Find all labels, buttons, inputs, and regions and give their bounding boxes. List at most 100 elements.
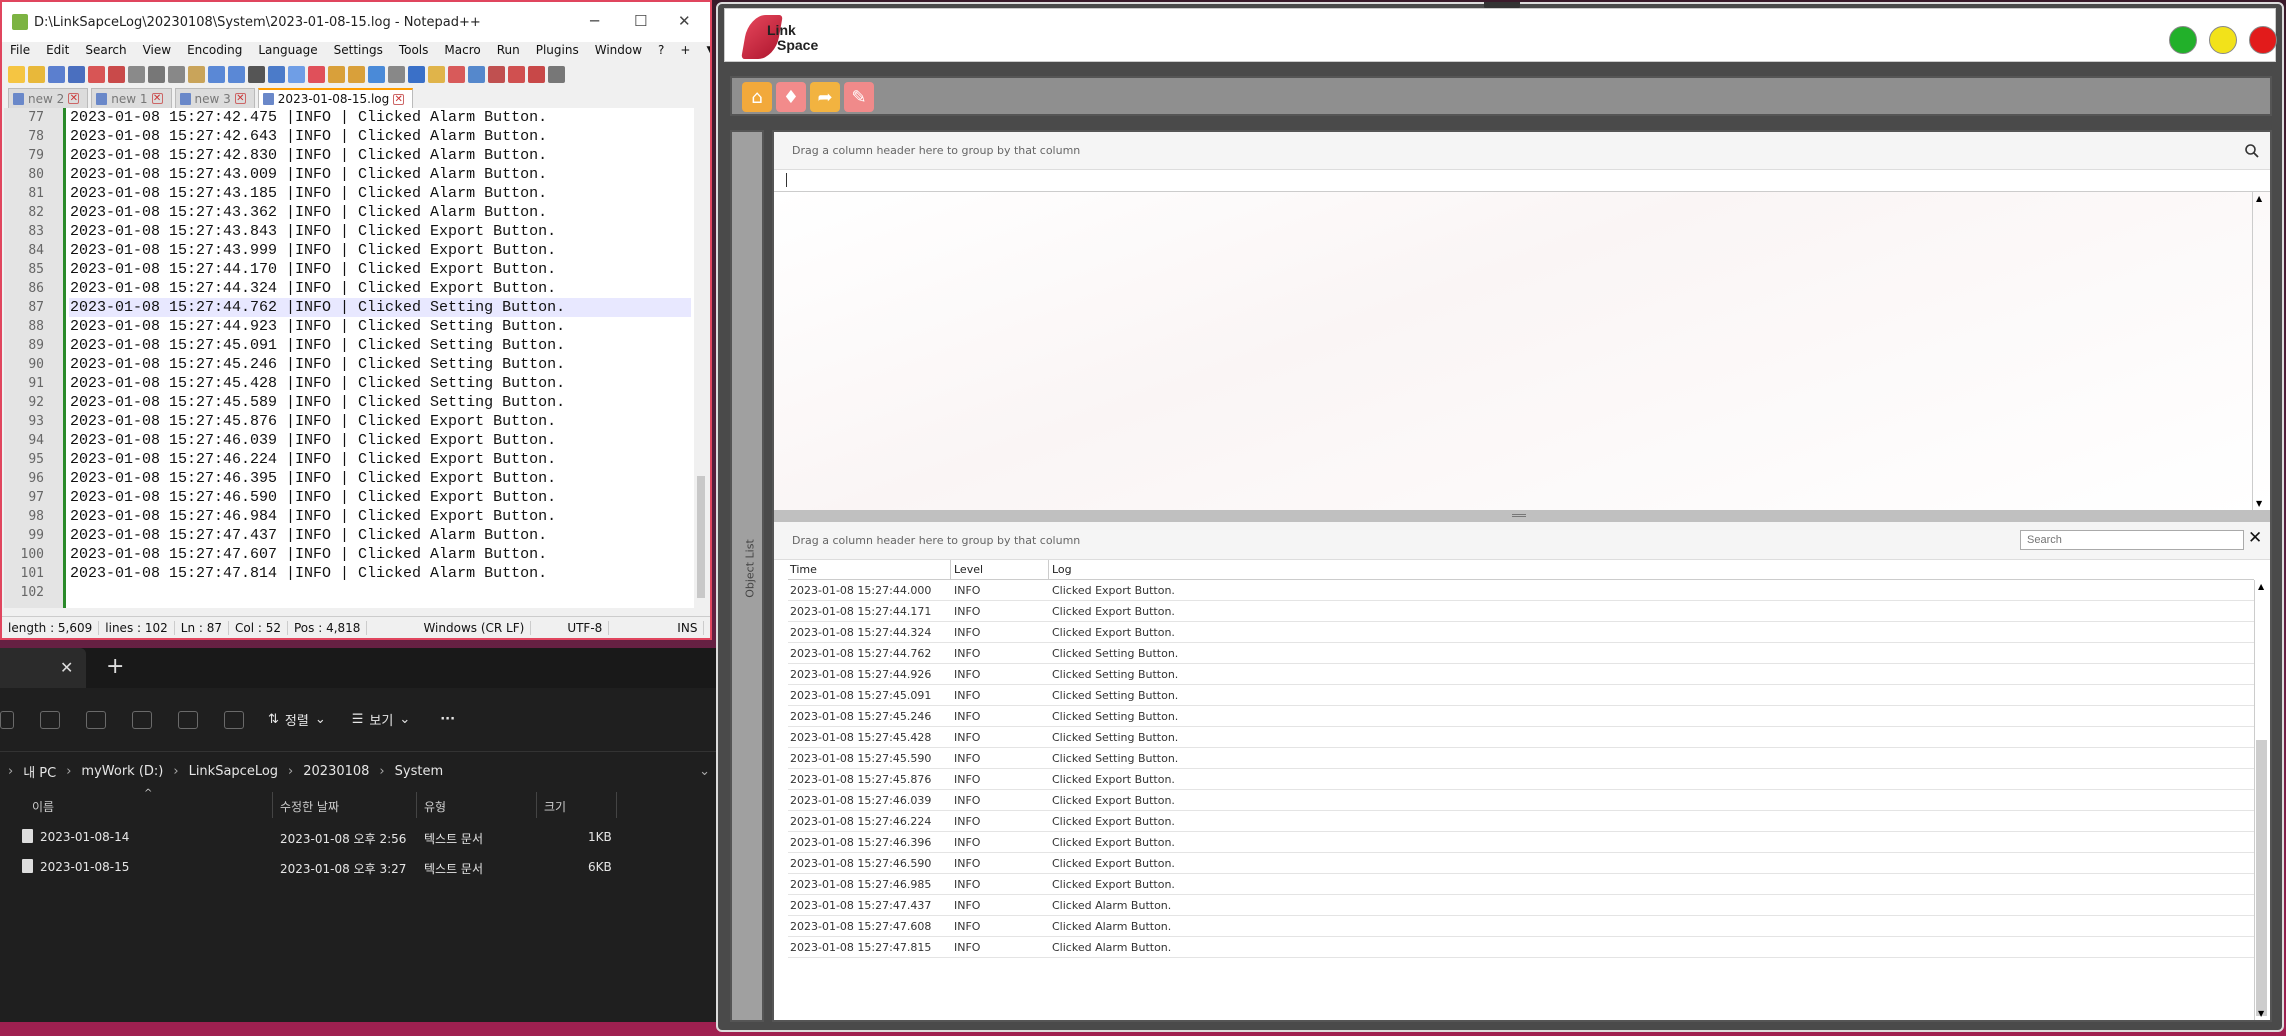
minimize-button[interactable]: ─ bbox=[590, 12, 599, 30]
delete-icon[interactable] bbox=[224, 710, 244, 729]
log-row[interactable]: 2023-01-08 15:27:46.590 INFO Clicked Expor… bbox=[788, 853, 2254, 874]
new-tab-icon[interactable]: + bbox=[106, 654, 124, 679]
save-all-icon[interactable] bbox=[68, 65, 85, 83]
breadcrumb-linkspacelog[interactable]: LinkSapceLog bbox=[189, 764, 278, 779]
scrollbar-thumb[interactable] bbox=[697, 476, 705, 598]
scroll-down-icon[interactable]: ▼ bbox=[2256, 499, 2262, 508]
column-modified[interactable]: 수정한 날짜 bbox=[280, 798, 339, 815]
maximize-button[interactable]: ☐ bbox=[634, 12, 647, 30]
column-time[interactable]: Time bbox=[790, 563, 817, 576]
menu-encoding[interactable]: Encoding bbox=[179, 43, 250, 57]
tab-new-2[interactable]: new 2 ✕ bbox=[8, 88, 89, 108]
scrollbar-thumb[interactable] bbox=[2256, 740, 2267, 1016]
function-list-icon[interactable] bbox=[468, 65, 485, 83]
menu-window[interactable]: Window bbox=[587, 43, 650, 57]
cut-icon[interactable] bbox=[148, 65, 165, 83]
column-divider[interactable] bbox=[616, 792, 617, 818]
panel-splitter[interactable] bbox=[774, 510, 2270, 522]
chevron-down-icon[interactable]: ⌄ bbox=[699, 764, 710, 779]
view-button[interactable]: ☰ 보기 ⌄ bbox=[352, 710, 410, 729]
close-button[interactable] bbox=[2249, 26, 2277, 54]
log-row[interactable]: 2023-01-08 15:27:44.762 INFO Clicked Setti… bbox=[788, 643, 2254, 664]
zoom-in-icon[interactable] bbox=[288, 65, 305, 83]
menu-view[interactable]: View bbox=[135, 43, 179, 57]
zoom-out-icon[interactable] bbox=[308, 65, 325, 83]
redo-icon[interactable] bbox=[228, 65, 245, 83]
menu-macro[interactable]: Macro bbox=[436, 43, 488, 57]
log-row[interactable]: 2023-01-08 15:27:45.246 INFO Clicked Setti… bbox=[788, 706, 2254, 727]
copy-icon[interactable] bbox=[40, 710, 60, 729]
log-row[interactable]: 2023-01-08 15:27:46.985 INFO Clicked Expor… bbox=[788, 874, 2254, 895]
breadcrumb-drive[interactable]: myWork (D:) bbox=[81, 764, 163, 779]
log-search-input[interactable] bbox=[2020, 530, 2244, 550]
log-row[interactable]: 2023-01-08 15:27:46.396 INFO Clicked Expor… bbox=[788, 832, 2254, 853]
tab-close-icon[interactable]: ✕ bbox=[234, 93, 246, 104]
object-grid-body[interactable] bbox=[774, 192, 2270, 510]
open-file-icon[interactable] bbox=[28, 65, 45, 83]
tab-close-icon[interactable]: ✕ bbox=[68, 93, 80, 104]
log-row[interactable]: 2023-01-08 15:27:45.590 INFO Clicked Setti… bbox=[788, 748, 2254, 769]
tab-new-1[interactable]: new 1 ✕ bbox=[91, 88, 172, 108]
editor-vertical-scrollbar[interactable] bbox=[694, 108, 708, 608]
column-divider[interactable] bbox=[950, 560, 951, 580]
menu-dropdown-icon[interactable]: ▼ bbox=[698, 43, 710, 57]
log-row[interactable]: 2023-01-08 15:27:47.815 INFO Clicked Alarm… bbox=[788, 937, 2254, 958]
menu-file[interactable]: File bbox=[2, 43, 38, 57]
column-divider[interactable] bbox=[1048, 560, 1049, 580]
column-level[interactable]: Level bbox=[954, 563, 983, 576]
undo-icon[interactable] bbox=[208, 65, 225, 83]
maximize-button[interactable] bbox=[2209, 26, 2237, 54]
file-row[interactable]: 2023-01-08-15 2023-01-08 오후 3:27 텍스트 문서 … bbox=[0, 852, 716, 882]
menu-settings[interactable]: Settings bbox=[326, 43, 391, 57]
scroll-down-icon[interactable]: ▼ bbox=[2258, 1009, 2264, 1018]
word-wrap-icon[interactable] bbox=[368, 65, 385, 83]
log-row[interactable]: 2023-01-08 15:27:44.171 INFO Clicked Expor… bbox=[788, 601, 2254, 622]
column-type[interactable]: 유형 bbox=[424, 798, 446, 815]
filter-row[interactable] bbox=[774, 170, 2270, 192]
log-row[interactable]: 2023-01-08 15:27:45.876 INFO Clicked Expor… bbox=[788, 769, 2254, 790]
log-row[interactable]: 2023-01-08 15:27:47.437 INFO Clicked Alarm… bbox=[788, 895, 2254, 916]
save-icon[interactable] bbox=[48, 65, 65, 83]
log-row[interactable]: 2023-01-08 15:27:45.091 INFO Clicked Setti… bbox=[788, 685, 2254, 706]
tab-new-3[interactable]: new 3 ✕ bbox=[174, 88, 255, 108]
breadcrumb-system[interactable]: System bbox=[395, 764, 443, 779]
close-tab-icon[interactable]: ✕ bbox=[60, 658, 73, 677]
log-grid-scrollbar[interactable]: ▲ ▼ bbox=[2254, 580, 2268, 1020]
search-icon[interactable] bbox=[2244, 143, 2260, 159]
paste-icon[interactable] bbox=[188, 65, 205, 83]
breadcrumb-pc[interactable]: 내 PC bbox=[23, 762, 56, 781]
menu-search[interactable]: Search bbox=[77, 43, 134, 57]
close-all-icon[interactable] bbox=[108, 65, 125, 83]
group-panel[interactable]: Drag a column header here to group by th… bbox=[774, 132, 2270, 170]
menu-edit[interactable]: Edit bbox=[38, 43, 77, 57]
rename-icon[interactable] bbox=[132, 710, 152, 729]
doc-map-icon[interactable] bbox=[448, 65, 465, 83]
find-icon[interactable] bbox=[248, 65, 265, 83]
record-macro-icon[interactable] bbox=[528, 65, 545, 83]
copy-icon[interactable] bbox=[168, 65, 185, 83]
print-icon[interactable] bbox=[128, 65, 145, 83]
close-file-icon[interactable] bbox=[88, 65, 105, 83]
tab-log-file[interactable]: 2023-01-08-15.log ✕ bbox=[257, 88, 414, 108]
object-list-panel[interactable]: Object List bbox=[730, 130, 764, 1022]
scroll-up-icon[interactable]: ▲ bbox=[2256, 194, 2262, 203]
log-row[interactable]: 2023-01-08 15:27:44.000 INFO Clicked Expor… bbox=[788, 580, 2254, 601]
menu-add-icon[interactable]: + bbox=[672, 43, 698, 57]
cut-icon[interactable] bbox=[0, 710, 14, 729]
replace-icon[interactable] bbox=[268, 65, 285, 83]
scroll-up-icon[interactable]: ▲ bbox=[2258, 582, 2264, 591]
more-options-button[interactable]: ··· bbox=[440, 712, 455, 727]
breadcrumb-date[interactable]: 20230108 bbox=[303, 764, 369, 779]
folder-workspace-icon[interactable] bbox=[488, 65, 505, 83]
column-divider[interactable] bbox=[536, 792, 537, 818]
export-button[interactable]: ➦ bbox=[810, 82, 840, 112]
setting-button[interactable]: ✎ bbox=[844, 82, 874, 112]
column-size[interactable]: 크기 bbox=[544, 798, 566, 815]
log-row[interactable]: 2023-01-08 15:27:47.608 INFO Clicked Alarm… bbox=[788, 916, 2254, 937]
column-name[interactable]: 이름 bbox=[32, 798, 54, 815]
language-define-icon[interactable] bbox=[428, 65, 445, 83]
log-row[interactable]: 2023-01-08 15:27:44.324 INFO Clicked Expor… bbox=[788, 622, 2254, 643]
sort-button[interactable]: ⇅ 정렬 ⌄ bbox=[268, 710, 326, 729]
close-icon[interactable]: ✕ bbox=[2248, 528, 2262, 548]
minimize-button[interactable] bbox=[2169, 26, 2197, 54]
